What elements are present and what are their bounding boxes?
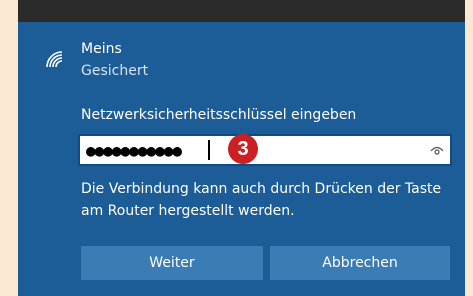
next-button[interactable]: Weiter [81, 246, 263, 280]
network-name: Meins [81, 41, 122, 57]
text-caret [208, 140, 210, 160]
security-key-input[interactable]: ●●●●●●●●●●● [78, 134, 452, 166]
step-number-badge: 3 [228, 134, 258, 164]
cancel-button[interactable]: Abbrechen [270, 246, 450, 280]
window-top-bar [18, 0, 465, 22]
eye-icon[interactable] [430, 144, 444, 156]
wifi-signal-icon [46, 51, 63, 68]
security-key-label: Netzwerksicherheitsschlüssel eingeben [81, 107, 357, 123]
network-status: Gesichert [81, 63, 149, 79]
password-value: ●●●●●●●●●●● [86, 141, 182, 160]
wps-hint-text: Die Verbindung kann auch durch Drücken d… [81, 181, 442, 219]
